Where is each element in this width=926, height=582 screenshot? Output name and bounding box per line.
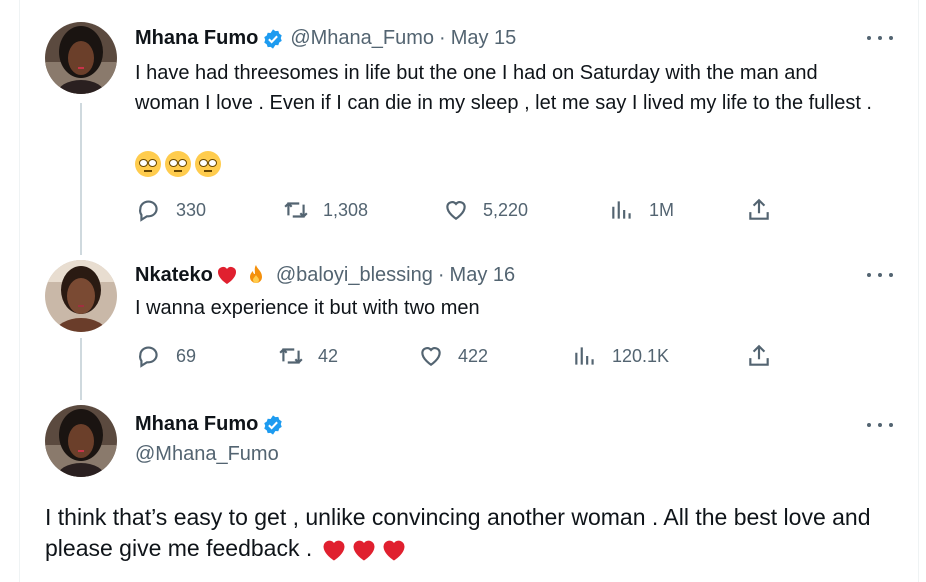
like-icon <box>446 201 466 220</box>
separator-dot: · <box>439 27 446 49</box>
more-icon[interactable] <box>867 28 893 48</box>
retweet-icon <box>284 202 308 218</box>
reply-count: 330 <box>176 199 207 220</box>
reply-count: 69 <box>176 345 197 366</box>
more-icon[interactable] <box>867 265 893 285</box>
thread-line <box>80 338 82 400</box>
like-button[interactable]: 422 <box>418 343 488 369</box>
red-heart-emoji <box>323 540 345 561</box>
handle-row: @Mhana_Fumo <box>135 443 279 466</box>
views-icon <box>612 201 631 219</box>
like-count: 422 <box>458 345 489 366</box>
more-icon[interactable] <box>867 415 893 435</box>
avatar[interactable] <box>45 405 117 477</box>
fire-emoji <box>249 265 262 283</box>
emoji-row <box>135 148 225 178</box>
thread-line <box>80 103 82 255</box>
views-icon <box>575 347 594 365</box>
share-button[interactable] <box>746 197 786 223</box>
tweet-text: I wanna experience it but with two men <box>135 293 875 323</box>
tweet-body: I have had threesomes in life but the on… <box>135 62 872 114</box>
tweet-body: I wanna experience it but with two men <box>135 297 480 319</box>
user-handle[interactable]: @Mhana_Fumo <box>290 27 434 50</box>
verified-badge-icon <box>264 414 283 435</box>
face-with-rolling-eyes-emoji <box>135 150 161 177</box>
like-count: 5,220 <box>483 199 529 220</box>
reply-icon <box>139 346 158 368</box>
like-button[interactable]: 5,220 <box>443 197 528 223</box>
retweet-count: 42 <box>318 345 339 366</box>
tweet-text: I have had threesomes in life but the on… <box>135 58 875 118</box>
retweet-button[interactable]: 1,308 <box>283 197 368 223</box>
tweet-header: Mhana Fumo @Mhana_Fumo · May 15 <box>135 27 516 50</box>
retweet-icon <box>279 348 303 364</box>
user-handle[interactable]: @Mhana_Fumo <box>135 443 279 466</box>
display-name[interactable]: Mhana Fumo <box>135 413 258 436</box>
tweet-header: Mhana Fumo <box>135 413 290 436</box>
tweet-date[interactable]: May 16 <box>450 264 516 287</box>
separator-dot: · <box>437 263 445 286</box>
reply-button[interactable]: 330 <box>136 197 206 223</box>
display-name[interactable]: Nkateko <box>135 264 213 287</box>
tweet-body: I think that’s easy to get , unlike conv… <box>45 504 871 561</box>
face-with-rolling-eyes-emoji <box>165 150 191 177</box>
share-button[interactable] <box>746 343 786 369</box>
red-heart-emoji <box>353 540 375 561</box>
reply-button[interactable]: 69 <box>136 343 196 369</box>
views-count: 1M <box>649 199 675 220</box>
views-button[interactable]: 120.1K <box>572 343 669 369</box>
tweet-text: I think that’s easy to get , unlike conv… <box>45 502 905 564</box>
avatar[interactable] <box>45 22 117 94</box>
tweet-header: Nkateko @baloyi_blessing · May 16 <box>135 263 515 287</box>
share-icon <box>749 198 769 220</box>
reply-icon <box>139 200 158 222</box>
user-handle[interactable]: @baloyi_blessing <box>276 264 433 287</box>
retweet-count: 1,308 <box>323 199 369 220</box>
verified-badge-icon <box>264 28 283 49</box>
tweet-date[interactable]: May 15 <box>451 27 517 50</box>
red-heart-emoji <box>217 267 236 284</box>
display-name[interactable]: Mhana Fumo <box>135 27 258 50</box>
red-heart-emoji <box>383 540 405 561</box>
avatar[interactable] <box>45 260 117 332</box>
views-button[interactable]: 1M <box>609 197 674 223</box>
views-count: 120.1K <box>612 345 670 366</box>
face-with-rolling-eyes-emoji <box>195 150 221 177</box>
retweet-button[interactable]: 42 <box>278 343 338 369</box>
like-icon <box>421 347 441 366</box>
share-icon <box>749 344 769 366</box>
